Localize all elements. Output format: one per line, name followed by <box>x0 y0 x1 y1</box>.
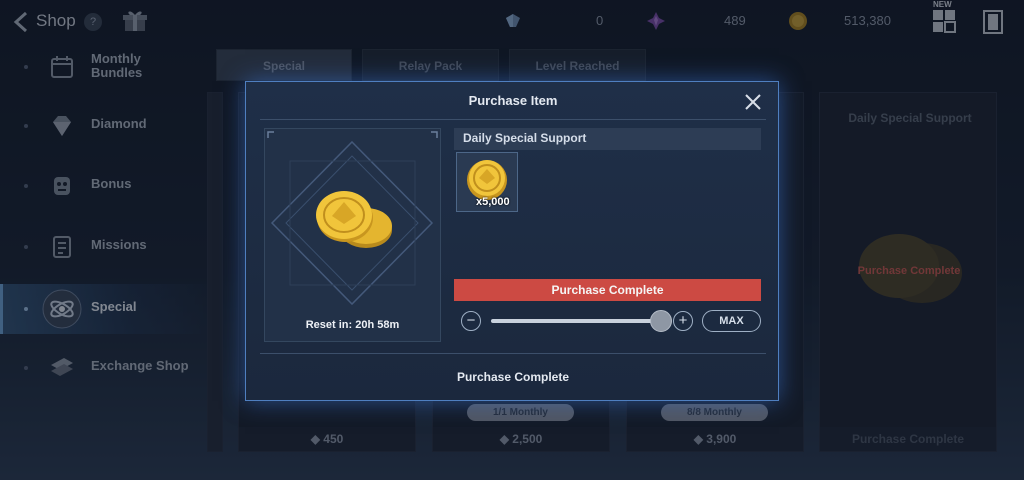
pack-name: Daily Special Support <box>463 131 587 145</box>
divider <box>260 353 766 354</box>
purchase-complete-label: Purchase Complete <box>456 370 570 384</box>
quantity-slider-thumb[interactable] <box>650 310 672 332</box>
decrease-quantity-button[interactable]: − <box>461 311 481 331</box>
max-quantity-button[interactable]: MAX <box>702 310 761 332</box>
modal-title: Purchase Item <box>468 93 558 108</box>
reset-timer: Reset in: 20h 58m <box>305 319 400 331</box>
quantity-slider-track[interactable] <box>491 319 661 323</box>
reward-quantity: x5,000 <box>476 196 510 208</box>
gold-coins-icon <box>316 191 392 248</box>
increase-quantity-button[interactable]: + <box>673 311 693 331</box>
purchase-modal: Purchase Item Reset in: 20h 58m Daily Sp… <box>245 81 779 401</box>
close-icon[interactable] <box>743 92 763 112</box>
purchase-status-bar: Purchase Complete <box>454 279 761 301</box>
divider <box>260 119 766 120</box>
